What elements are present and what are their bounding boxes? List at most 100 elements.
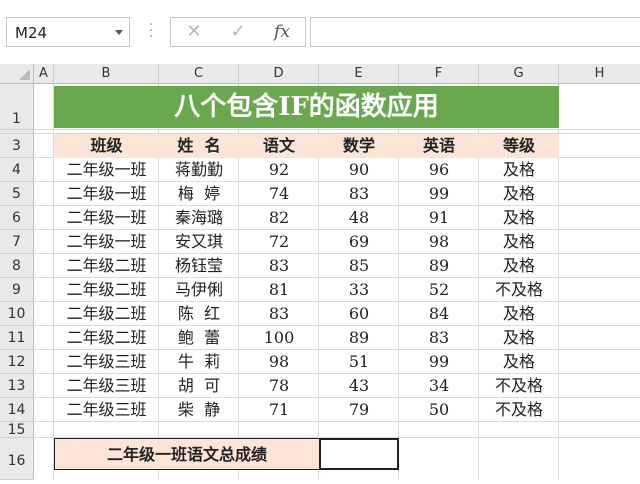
insert-function-button[interactable]: fx [267, 21, 297, 43]
header-math[interactable]: 数学 [319, 134, 399, 158]
row-header-5[interactable]: 5 [0, 182, 34, 206]
cell-grade[interactable]: 及格 [479, 206, 559, 230]
cell-class[interactable]: 二年级一班 [54, 230, 159, 254]
cell-class[interactable]: 二年级二班 [54, 302, 159, 326]
cell-grade[interactable]: 及格 [479, 302, 559, 326]
cancel-icon[interactable]: ✕ [179, 21, 209, 43]
column-header-g[interactable]: G [479, 64, 559, 84]
cell-math[interactable]: 85 [319, 254, 399, 278]
summary-value-cell[interactable] [319, 438, 399, 470]
cell-grade[interactable]: 及格 [479, 350, 559, 374]
cell-english[interactable]: 99 [399, 182, 479, 206]
row-header-4[interactable]: 4 [0, 158, 34, 182]
cell-math[interactable]: 43 [319, 374, 399, 398]
cell-math[interactable]: 51 [319, 350, 399, 374]
cell-name[interactable]: 梅 婷 [159, 182, 239, 206]
cell-chinese[interactable]: 72 [239, 230, 319, 254]
row-header-10[interactable]: 10 [0, 302, 34, 326]
cell-chinese[interactable]: 100 [239, 326, 319, 350]
column-header-c[interactable]: C [159, 64, 239, 84]
cell-class[interactable]: 二年级三班 [54, 350, 159, 374]
cell-english[interactable]: 84 [399, 302, 479, 326]
row-header-16[interactable]: 16 [0, 438, 34, 480]
cell-name[interactable]: 安又琪 [159, 230, 239, 254]
cell-math[interactable]: 48 [319, 206, 399, 230]
cell-grade[interactable]: 及格 [479, 182, 559, 206]
cell-english[interactable]: 91 [399, 206, 479, 230]
cell-chinese[interactable]: 83 [239, 254, 319, 278]
cell-english[interactable]: 89 [399, 254, 479, 278]
cell-grade[interactable]: 及格 [479, 158, 559, 182]
cell-class[interactable]: 二年级一班 [54, 206, 159, 230]
header-class[interactable]: 班级 [54, 134, 159, 158]
cell-name[interactable]: 鲍 蕾 [159, 326, 239, 350]
cell-class[interactable]: 二年级一班 [54, 182, 159, 206]
column-header-a[interactable]: A [34, 64, 54, 84]
cell-english[interactable]: 34 [399, 374, 479, 398]
cell-name[interactable]: 陈 红 [159, 302, 239, 326]
cell-grade[interactable]: 及格 [479, 230, 559, 254]
header-name[interactable]: 姓 名 [159, 134, 239, 158]
cell-name[interactable]: 柴 静 [159, 398, 239, 422]
cell-name[interactable]: 蒋勤勤 [159, 158, 239, 182]
row-header-12[interactable]: 12 [0, 350, 34, 374]
cell-grade[interactable]: 及格 [479, 254, 559, 278]
enter-icon[interactable]: ✓ [223, 21, 253, 43]
spreadsheet-grid[interactable]: A B C D E F G H 1 3 4 5 6 7 8 9 10 11 12… [0, 64, 640, 480]
cell-class[interactable]: 二年级二班 [54, 254, 159, 278]
header-chinese[interactable]: 语文 [239, 134, 319, 158]
cell-math[interactable]: 33 [319, 278, 399, 302]
cell-grade[interactable]: 及格 [479, 326, 559, 350]
cell-chinese[interactable]: 74 [239, 182, 319, 206]
cell-english[interactable]: 50 [399, 398, 479, 422]
header-english[interactable]: 英语 [399, 134, 479, 158]
cell-chinese[interactable]: 81 [239, 278, 319, 302]
row-header-13[interactable]: 13 [0, 374, 34, 398]
cell-name[interactable]: 胡 可 [159, 374, 239, 398]
cell-grade[interactable]: 不及格 [479, 398, 559, 422]
cell-english[interactable]: 83 [399, 326, 479, 350]
cell-math[interactable]: 69 [319, 230, 399, 254]
cell-grade[interactable]: 不及格 [479, 278, 559, 302]
row-header-9[interactable]: 9 [0, 278, 34, 302]
formula-input[interactable] [310, 17, 640, 47]
row-header-1[interactable]: 1 [0, 84, 34, 130]
cell-chinese[interactable]: 82 [239, 206, 319, 230]
column-header-h[interactable]: H [559, 64, 640, 84]
cell-name[interactable]: 杨钰莹 [159, 254, 239, 278]
cell-class[interactable]: 二年级三班 [54, 398, 159, 422]
cell-class[interactable]: 二年级二班 [54, 326, 159, 350]
cell-name[interactable]: 马伊俐 [159, 278, 239, 302]
cell-math[interactable]: 83 [319, 182, 399, 206]
column-header-d[interactable]: D [239, 64, 319, 84]
row-header-3[interactable]: 3 [0, 134, 34, 158]
select-all-corner[interactable] [0, 64, 34, 84]
cell-chinese[interactable]: 71 [239, 398, 319, 422]
column-header-b[interactable]: B [54, 64, 159, 84]
row-header-6[interactable]: 6 [0, 206, 34, 230]
header-grade[interactable]: 等级 [479, 134, 559, 158]
cell-grade[interactable]: 不及格 [479, 374, 559, 398]
cell-name[interactable]: 秦海璐 [159, 206, 239, 230]
row-header-15[interactable]: 15 [0, 422, 34, 438]
row-header-11[interactable]: 11 [0, 326, 34, 350]
cell-class[interactable]: 二年级三班 [54, 374, 159, 398]
cell-english[interactable]: 52 [399, 278, 479, 302]
cell-english[interactable]: 98 [399, 230, 479, 254]
cell-class[interactable]: 二年级一班 [54, 158, 159, 182]
cell-chinese[interactable]: 83 [239, 302, 319, 326]
cell-math[interactable]: 79 [319, 398, 399, 422]
row-header-14[interactable]: 14 [0, 398, 34, 422]
name-box[interactable]: M24 [6, 17, 130, 47]
column-header-f[interactable]: F [399, 64, 479, 84]
column-header-e[interactable]: E [319, 64, 399, 84]
cell-name[interactable]: 牛 莉 [159, 350, 239, 374]
cell-class[interactable]: 二年级二班 [54, 278, 159, 302]
row-header-8[interactable]: 8 [0, 254, 34, 278]
sheet-title[interactable]: 八个包含IF的函数应用 [54, 86, 559, 128]
cell-english[interactable]: 99 [399, 350, 479, 374]
cell-english[interactable]: 96 [399, 158, 479, 182]
summary-label[interactable]: 二年级一班语文总成绩 [54, 438, 319, 470]
cell-chinese[interactable]: 98 [239, 350, 319, 374]
row-header-7[interactable]: 7 [0, 230, 34, 254]
